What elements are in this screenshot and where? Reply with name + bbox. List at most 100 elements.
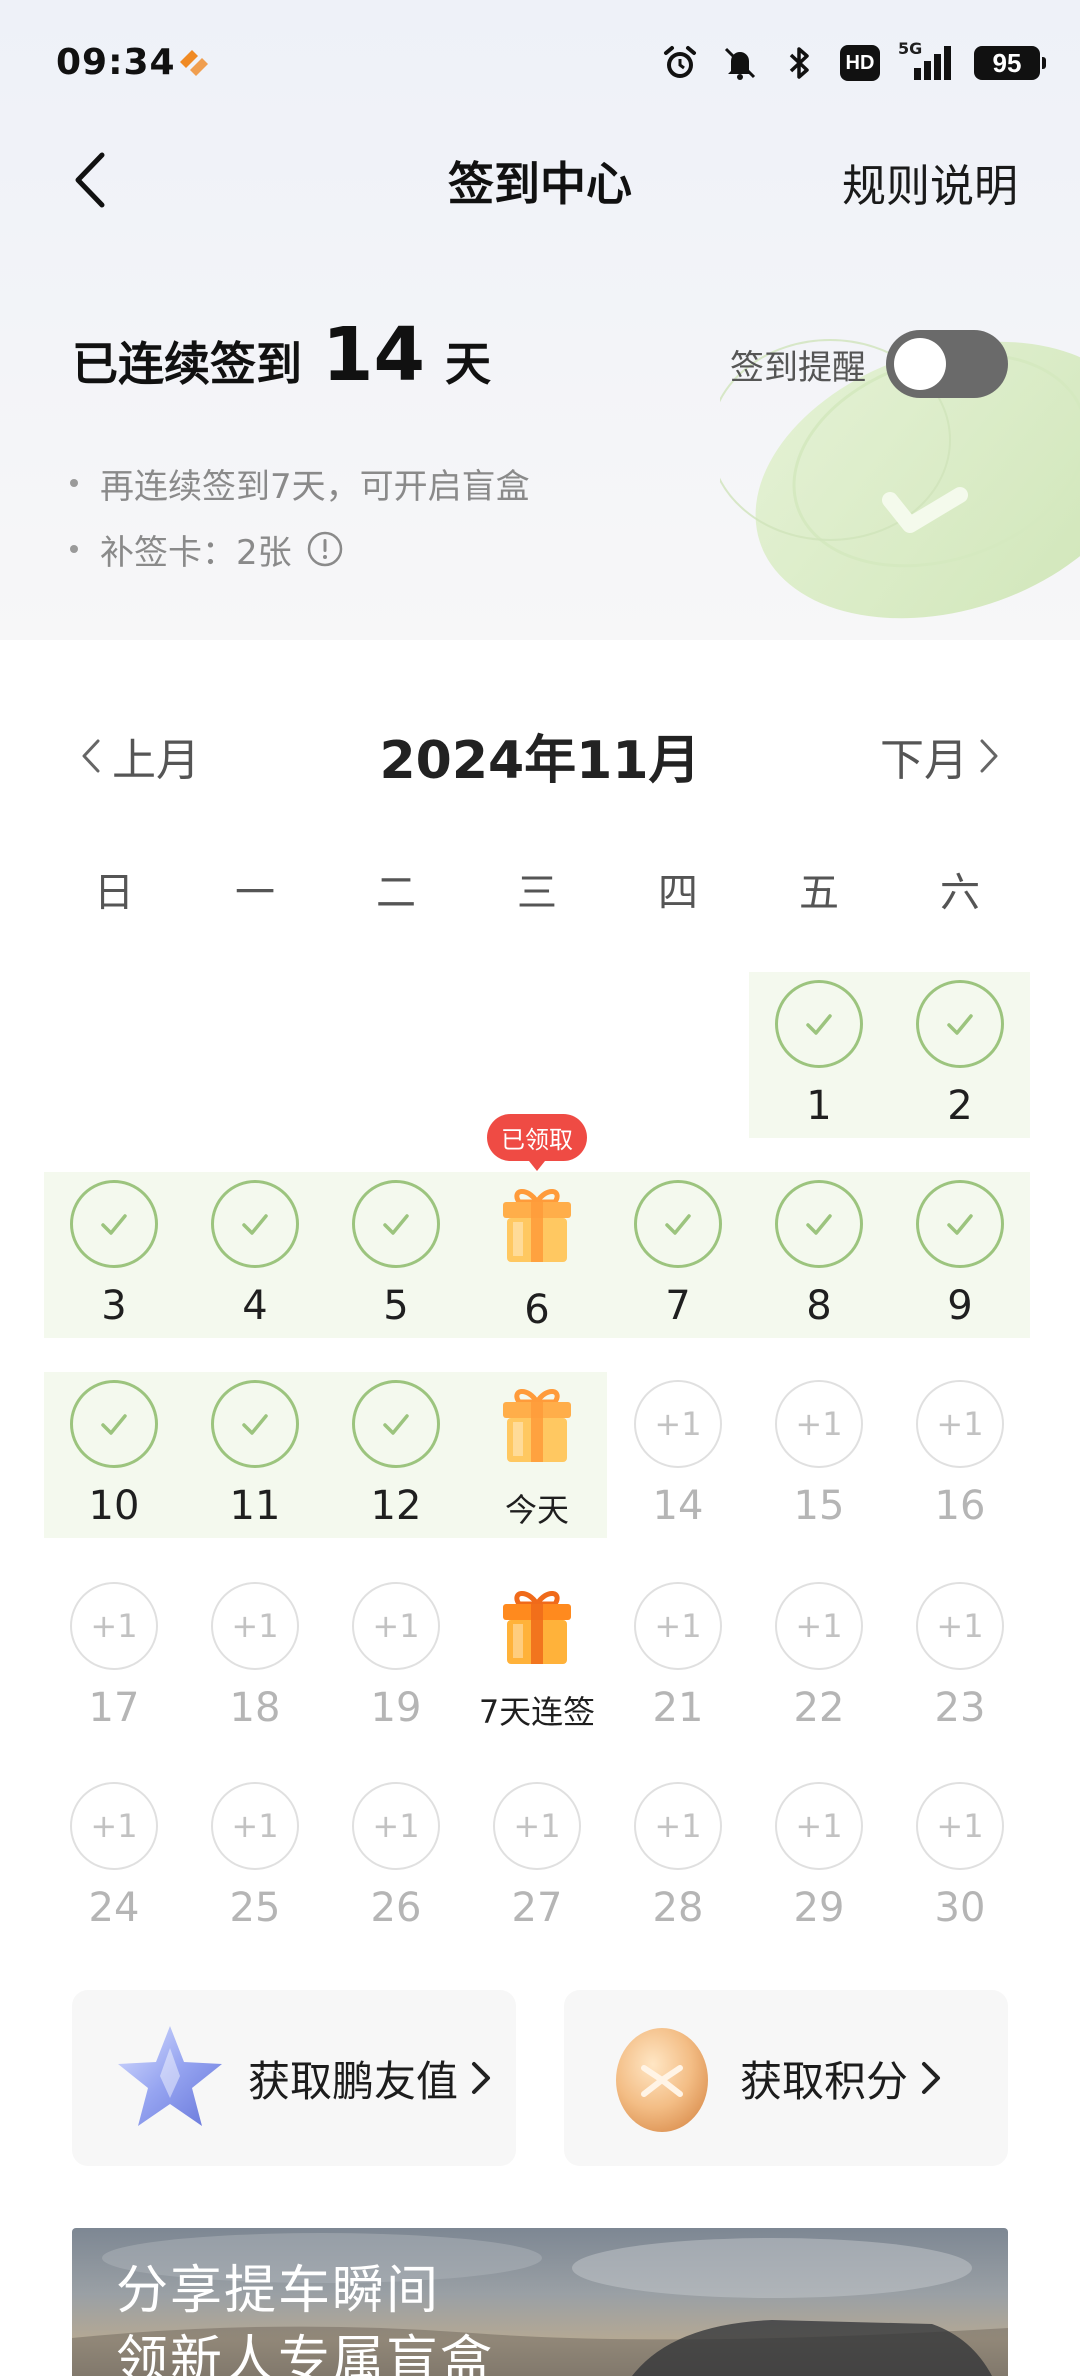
plus-one-badge: +1 <box>916 1582 1004 1670</box>
checkmark-icon <box>916 1180 1004 1268</box>
calendar-day[interactable]: +1 14 <box>608 1380 748 1550</box>
get-points-card[interactable]: 获取积分 <box>564 1990 1008 2166</box>
info-icon[interactable] <box>306 530 344 568</box>
tips-list: 再连续签到7天，可开启盲盒 补签卡：2张 <box>70 450 530 582</box>
calendar-day[interactable]: +1 24 <box>44 1782 184 1952</box>
gift-icon: 已领取 <box>487 1114 587 1272</box>
plus-one-badge: +1 <box>916 1380 1004 1468</box>
day-label: 18 <box>229 1685 281 1731</box>
calendar-day[interactable]: +1 15 <box>749 1380 889 1550</box>
hd-icon: HD <box>840 45 880 81</box>
calendar-day[interactable]: +1 23 <box>890 1582 1030 1752</box>
calendar-day[interactable]: +1 27 <box>467 1782 607 1952</box>
calendar-day[interactable]: 9 <box>890 1180 1030 1350</box>
bluetooth-icon <box>780 43 820 83</box>
calendar-day[interactable]: 10 <box>44 1380 184 1550</box>
status-time: 09:34 <box>56 42 176 83</box>
plus-one-badge: +1 <box>775 1582 863 1670</box>
calendar-day[interactable]: 今天 <box>467 1380 607 1550</box>
day-label: 23 <box>934 1685 986 1731</box>
calendar-day[interactable]: +1 18 <box>185 1582 325 1752</box>
plus-one-badge: +1 <box>211 1782 299 1870</box>
status-bar: 09:34 HD 5G 95 <box>0 0 1080 130</box>
chevron-left-icon <box>82 739 100 773</box>
day-label: 28 <box>652 1885 704 1931</box>
plus-one-badge: +1 <box>211 1582 299 1670</box>
plus-one-badge: +1 <box>916 1782 1004 1870</box>
weekday-label: 三 <box>517 870 557 916</box>
calendar-day[interactable]: +1 19 <box>326 1582 466 1752</box>
calendar-day[interactable]: 12 <box>326 1380 466 1550</box>
plus-one-badge: +1 <box>352 1782 440 1870</box>
gift-icon <box>493 1582 581 1674</box>
reminder-setting: 签到提醒 <box>730 330 1008 398</box>
network-type: 5G <box>898 39 923 58</box>
calendar-day[interactable]: +1 16 <box>890 1380 1030 1550</box>
day-label: 16 <box>934 1483 986 1529</box>
day-label: 14 <box>652 1483 704 1529</box>
day-label: 1 <box>806 1083 832 1129</box>
next-month-button[interactable]: 下月 <box>880 724 1000 788</box>
weekday-label: 五 <box>799 870 839 916</box>
banner-subtitle: 领新人专属盲盒 <box>116 2331 495 2376</box>
day-label: 27 <box>511 1885 563 1931</box>
reminder-label: 签到提醒 <box>730 347 866 388</box>
card-label: 获取鹏友值 <box>248 2056 459 2106</box>
coin-icon <box>616 2028 708 2132</box>
calendar-day[interactable]: 2 <box>890 980 1030 1150</box>
calendar-day[interactable]: 7天连签 <box>467 1582 607 1752</box>
calendar-day[interactable]: 7 <box>608 1180 748 1350</box>
calendar-day[interactable]: +1 25 <box>185 1782 325 1952</box>
calendar-day[interactable]: 5 <box>326 1180 466 1350</box>
calendar-day[interactable]: 已领取 6 <box>467 1114 607 1350</box>
reminder-toggle[interactable] <box>886 330 1008 398</box>
checkmark-icon <box>352 1180 440 1268</box>
checkmark-icon <box>211 1180 299 1268</box>
calendar-day[interactable]: +1 29 <box>749 1782 889 1952</box>
day-label: 10 <box>88 1483 140 1529</box>
calendar-day[interactable]: 11 <box>185 1380 325 1550</box>
day-label: 7 <box>665 1283 691 1329</box>
back-button[interactable] <box>60 150 120 210</box>
calendar-day[interactable]: +1 28 <box>608 1782 748 1952</box>
calendar-day[interactable]: +1 21 <box>608 1582 748 1752</box>
alarm-icon <box>660 43 700 83</box>
streak-unit: 天 <box>444 337 491 391</box>
calendar-day[interactable]: +1 30 <box>890 1782 1030 1952</box>
mute-icon <box>720 43 760 83</box>
calendar-day[interactable]: +1 26 <box>326 1782 466 1952</box>
plus-one-badge: +1 <box>634 1380 722 1468</box>
day-label: 7天连签 <box>478 1693 596 1731</box>
day-label: 4 <box>242 1283 268 1329</box>
plus-one-badge: +1 <box>493 1782 581 1870</box>
checkmark-icon <box>916 980 1004 1068</box>
day-label: 6 <box>524 1287 550 1333</box>
calendar-day[interactable]: +1 22 <box>749 1582 889 1752</box>
checkmark-icon <box>775 1180 863 1268</box>
app-notification-icon <box>180 50 208 76</box>
banner-title: 分享提车瞬间 <box>116 2261 441 2321</box>
battery-icon: 95 <box>974 46 1046 80</box>
day-label: 24 <box>88 1885 140 1931</box>
checkmark-icon <box>775 980 863 1068</box>
streak-label: 已连续签到 <box>72 337 302 391</box>
calendar-day[interactable]: 1 <box>749 980 889 1150</box>
checkmark-icon <box>70 1380 158 1468</box>
day-label: 2 <box>947 1083 973 1129</box>
day-label: 12 <box>370 1483 422 1529</box>
get-points-friend-card[interactable]: 获取鹏友值 <box>72 1990 516 2166</box>
weekday-header: 日一二三四五六 <box>0 860 1080 930</box>
checkmark-icon <box>70 1180 158 1268</box>
calendar-day[interactable]: 3 <box>44 1180 184 1350</box>
weekday-label: 日 <box>94 870 134 916</box>
next-month-label: 下月 <box>880 735 968 786</box>
calendar-day[interactable]: 4 <box>185 1180 325 1350</box>
day-label: 5 <box>383 1283 409 1329</box>
tip-text: 补签卡：2张 <box>100 532 292 573</box>
rules-link[interactable]: 规则说明 <box>842 150 1018 214</box>
share-banner[interactable]: 分享提车瞬间 领新人专属盲盒 <box>72 2228 1008 2376</box>
calendar-day[interactable]: 8 <box>749 1180 889 1350</box>
streak-days: 14 <box>322 312 425 398</box>
calendar-day[interactable]: +1 17 <box>44 1582 184 1752</box>
prev-month-button[interactable]: 上月 <box>80 724 200 788</box>
